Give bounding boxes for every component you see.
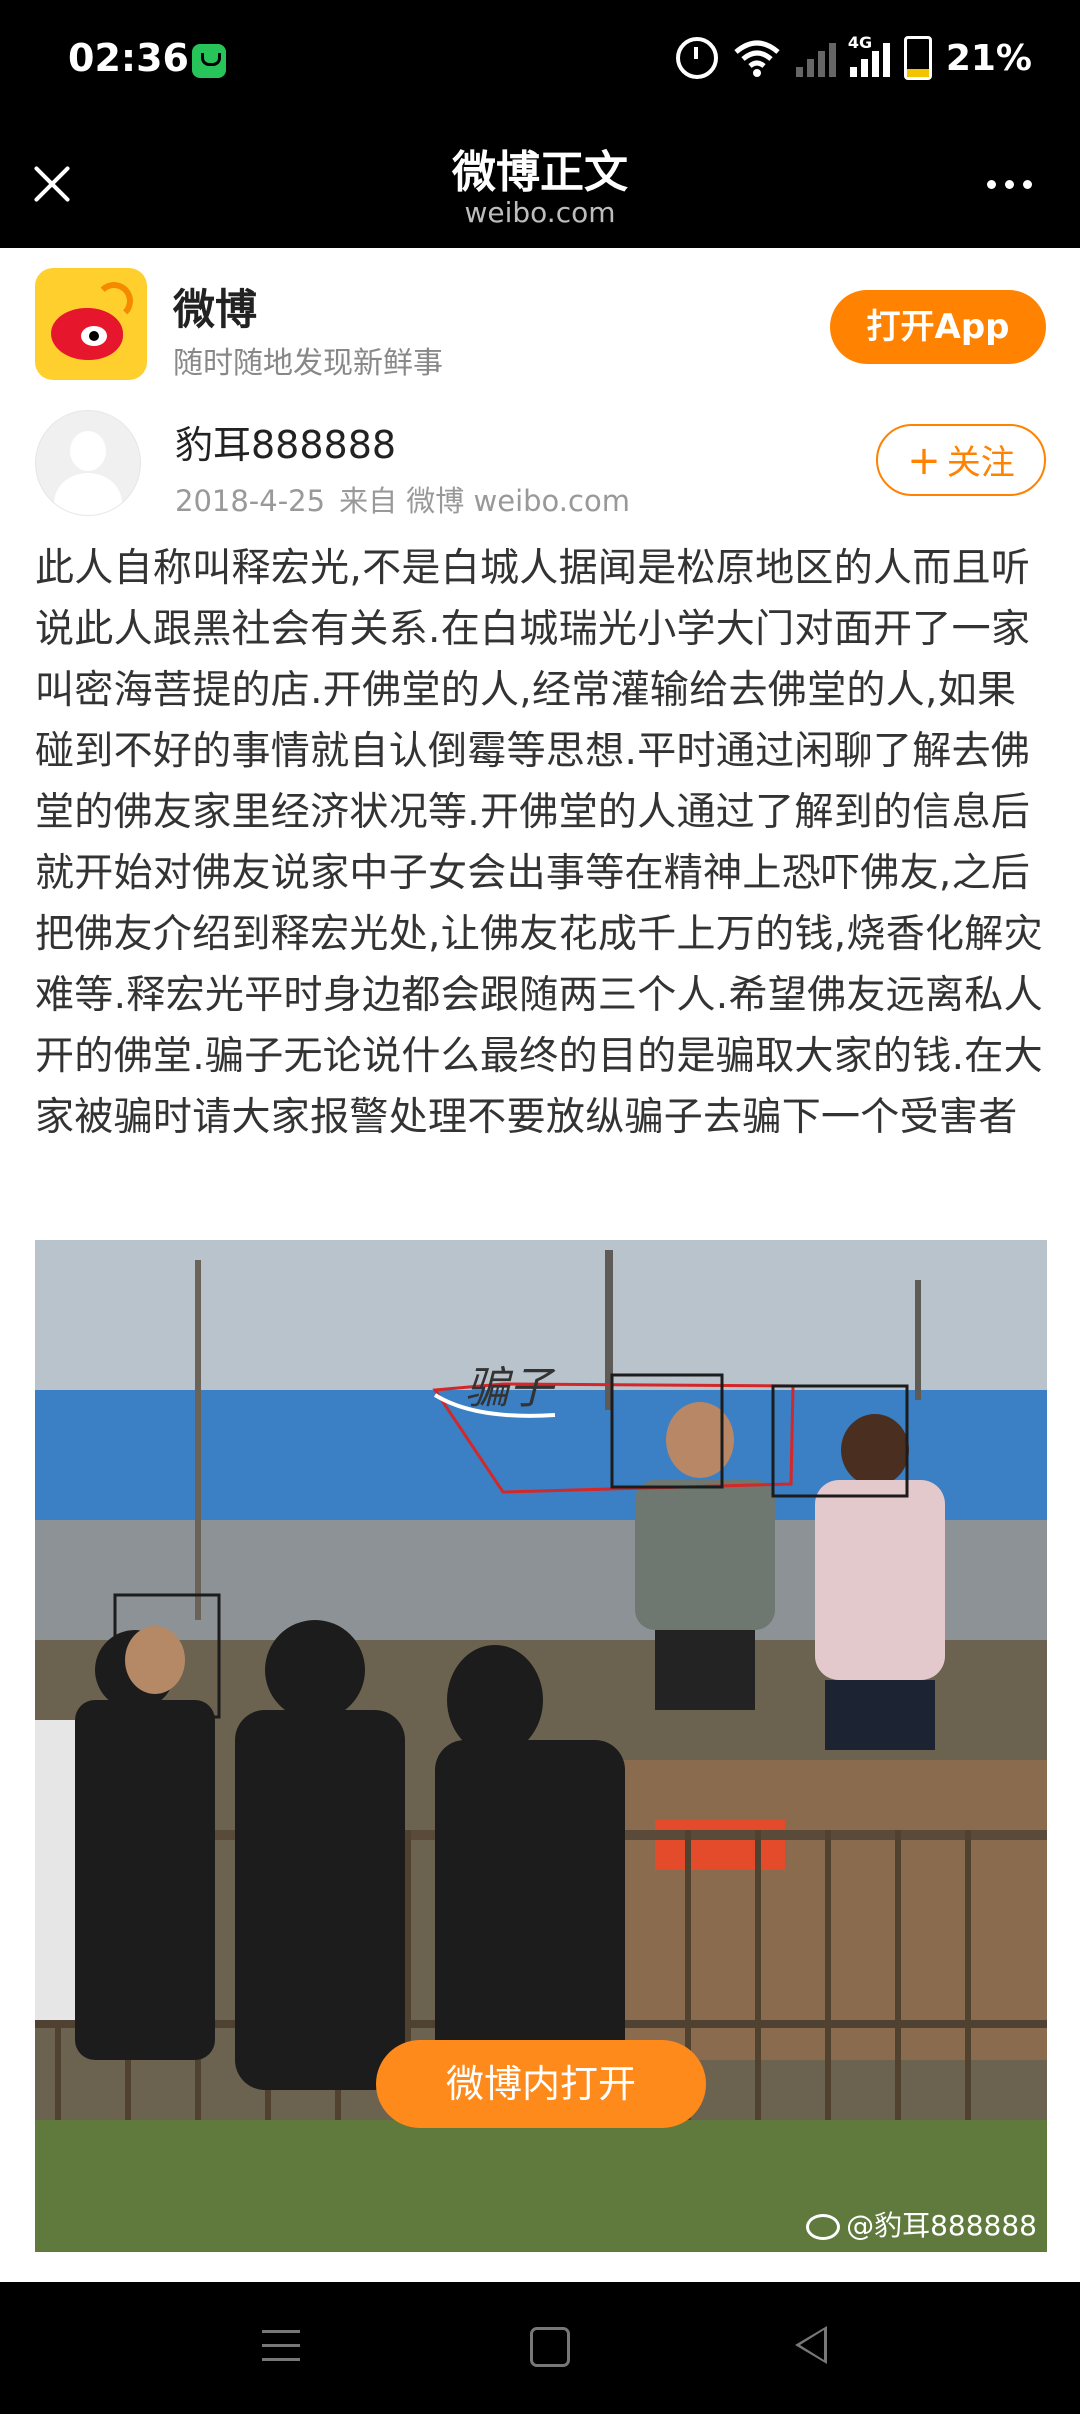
avatar[interactable]	[35, 410, 141, 516]
post-image[interactable]: 骗子 微博内打开 @豹耳888888	[35, 1240, 1047, 2252]
app-slogan: 随时随地发现新鲜事	[173, 346, 443, 381]
alarm-icon	[675, 37, 718, 79]
app-name: 微博	[173, 285, 258, 334]
signal-sim2-icon: 4G	[848, 33, 890, 77]
notification-app-icon	[192, 44, 226, 78]
system-nav-bar	[0, 2282, 1080, 2414]
image-watermark: @豹耳888888	[806, 2204, 1037, 2244]
page-title: 微博正文	[452, 147, 628, 198]
battery-icon	[903, 36, 932, 80]
status-bar: 02:36 4G 21%	[0, 0, 1080, 122]
wifi-icon	[734, 40, 780, 77]
weibo-watermark-icon	[806, 2214, 841, 2240]
recent-apps-icon[interactable]	[262, 2330, 300, 2372]
open-app-button[interactable]: 打开App	[830, 290, 1046, 364]
home-icon[interactable]	[530, 2327, 570, 2367]
app-banner: 微博 随时随地发现新鲜事 打开App	[0, 248, 1080, 398]
battery-percent: 21%	[945, 37, 1032, 79]
post-date: 2018-4-25	[175, 484, 326, 518]
open-in-weibo-button[interactable]: 微博内打开	[376, 2040, 706, 2128]
plus-icon: +	[907, 438, 941, 484]
title-bar: 微博正文 weibo.com	[0, 122, 1080, 248]
post-source: 来自 微博 weibo.com	[339, 484, 630, 518]
follow-label: 关注	[946, 443, 1015, 483]
post-meta: 2018-4-25 来自 微博 weibo.com	[175, 478, 644, 520]
handwritten-label: 骗子	[465, 1363, 553, 1414]
post-text: 此人自称叫释宏光,不是白城人据闻是松原地区的人而且听说此人跟黑社会有关系.在白城…	[35, 546, 1043, 1140]
username[interactable]: 豹耳888888	[175, 414, 396, 469]
weibo-logo-icon	[35, 268, 147, 380]
more-options-icon[interactable]	[987, 180, 1032, 189]
status-icons: 4G 21%	[675, 33, 1032, 80]
back-icon[interactable]	[795, 2326, 827, 2364]
signal-sim1-icon	[795, 39, 836, 77]
author-row: 豹耳888888 2018-4-25 来自 微博 weibo.com + 关注	[0, 398, 1080, 538]
page-domain: weibo.com	[464, 196, 616, 229]
status-time: 02:36	[68, 36, 189, 80]
follow-button[interactable]: + 关注	[876, 424, 1046, 496]
